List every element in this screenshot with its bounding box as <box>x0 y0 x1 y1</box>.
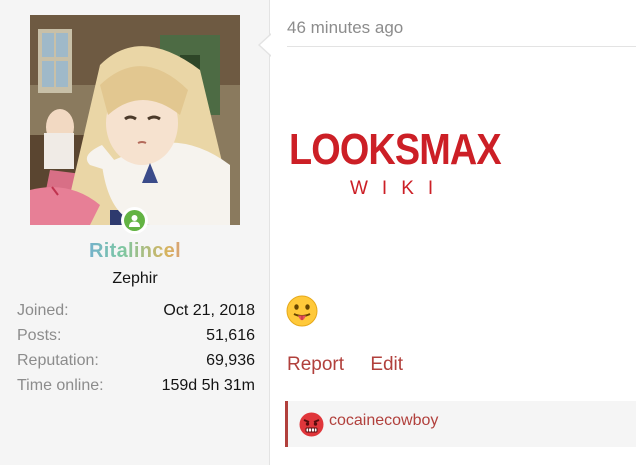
stat-row-time-online: Time online: 159d 5h 31m <box>17 373 255 398</box>
stat-label: Joined: <box>17 302 69 319</box>
post-timestamp[interactable]: 46 minutes ago <box>287 18 403 38</box>
post-actions: Report Edit <box>287 354 424 376</box>
edit-link[interactable]: Edit <box>370 354 403 375</box>
stat-value: 69,936 <box>206 352 255 369</box>
online-status-icon <box>124 210 145 231</box>
stat-value: 159d 5h 31m <box>161 377 255 394</box>
reactions-bar: cocainecowboy <box>285 401 636 447</box>
logo-main-text: LOOKSMAX <box>289 125 502 174</box>
user-panel: Ritalincel Zephir Joined: Oct 21, 2018 P… <box>0 0 270 465</box>
stat-label: Posts: <box>17 327 62 344</box>
looksmax-wiki-logo: LOOKSMAX WIKI <box>289 128 519 200</box>
stat-row-reputation: Reputation: 69,936 <box>17 348 255 373</box>
stat-value: Oct 21, 2018 <box>163 302 255 319</box>
angry-face-emoji-icon <box>299 412 324 437</box>
report-link[interactable]: Report <box>287 354 344 375</box>
online-status-indicator <box>121 207 148 234</box>
user-stats: Joined: Oct 21, 2018 Posts: 51,616 Reput… <box>17 298 255 398</box>
reaction-username[interactable]: cocainecowboy <box>329 412 438 430</box>
stat-value: 51,616 <box>206 327 255 344</box>
anime-girl-avatar-icon <box>30 15 240 225</box>
stat-label: Time online: <box>17 377 104 394</box>
stat-row-joined: Joined: Oct 21, 2018 <box>17 298 255 323</box>
header-divider <box>287 46 636 47</box>
user-avatar[interactable] <box>30 15 240 225</box>
stat-label: Reputation: <box>17 352 99 369</box>
post-main: 46 minutes ago LOOKSMAX WIKI Report Edit… <box>271 0 636 465</box>
username[interactable]: Ritalincel <box>0 240 270 263</box>
user-title: Zephir <box>112 270 158 287</box>
logo-sub-text: WIKI <box>350 178 448 199</box>
tongue-out-emoji-icon <box>286 295 318 327</box>
stat-row-posts: Posts: 51,616 <box>17 323 255 348</box>
